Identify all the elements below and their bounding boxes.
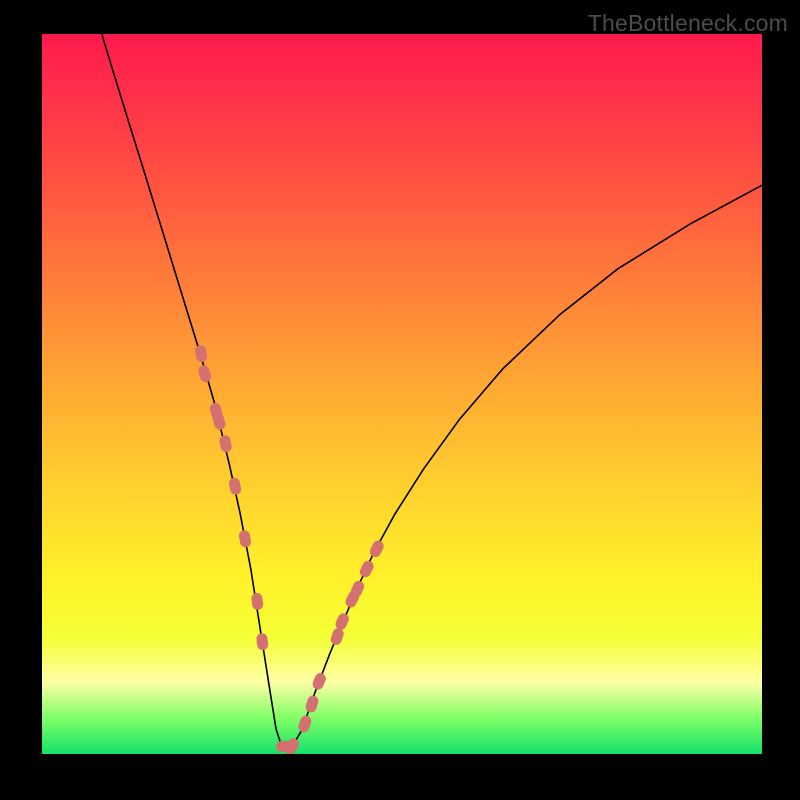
curve-svg <box>42 34 762 754</box>
marker-pill <box>358 559 375 579</box>
markers-left <box>194 344 269 650</box>
markers-right <box>276 539 385 754</box>
marker-pill <box>329 627 345 647</box>
marker-pill <box>197 364 213 383</box>
marker-pill <box>228 477 242 496</box>
chart-frame: TheBottleneck.com <box>0 0 800 800</box>
marker-pill <box>194 344 208 363</box>
plot-area <box>42 34 762 754</box>
bottleneck-curve <box>102 34 762 747</box>
marker-pill <box>311 671 328 691</box>
watermark-text: TheBottleneck.com <box>588 10 788 37</box>
marker-pill <box>368 539 385 559</box>
marker-pill <box>304 694 320 714</box>
marker-pill <box>218 434 232 453</box>
marker-pill <box>256 633 269 651</box>
marker-pill <box>297 714 313 734</box>
marker-pill <box>251 592 264 610</box>
marker-pill <box>334 611 351 631</box>
marker-pill <box>238 529 252 548</box>
